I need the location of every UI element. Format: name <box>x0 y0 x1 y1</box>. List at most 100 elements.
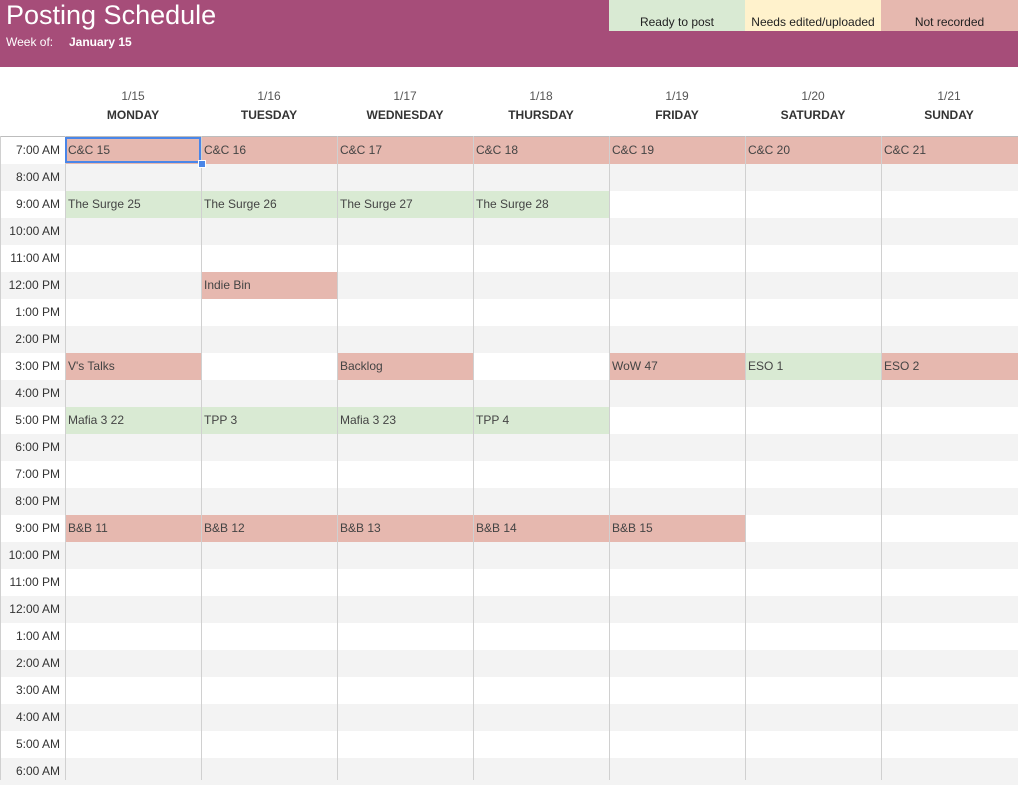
schedule-entry[interactable]: The Surge 26 <box>201 191 337 218</box>
schedule-cell[interactable] <box>337 326 473 353</box>
schedule-entry[interactable]: B&B 13 <box>337 515 473 542</box>
schedule-cell[interactable] <box>65 623 201 650</box>
schedule-cell[interactable] <box>745 380 881 407</box>
schedule-cell[interactable] <box>473 461 609 488</box>
schedule-cell[interactable] <box>201 569 337 596</box>
schedule-cell[interactable] <box>745 164 881 191</box>
schedule-cell[interactable] <box>473 596 609 623</box>
schedule-cell[interactable] <box>745 677 881 704</box>
schedule-cell[interactable] <box>609 677 745 704</box>
schedule-cell[interactable] <box>201 623 337 650</box>
schedule-cell[interactable] <box>201 758 337 785</box>
schedule-cell[interactable] <box>473 704 609 731</box>
schedule-cell[interactable] <box>473 677 609 704</box>
schedule-entry[interactable]: The Surge 27 <box>337 191 473 218</box>
schedule-cell[interactable] <box>609 407 745 434</box>
schedule-cell[interactable] <box>745 515 881 542</box>
schedule-cell[interactable] <box>337 434 473 461</box>
schedule-cell[interactable] <box>201 353 337 380</box>
schedule-cell[interactable] <box>745 650 881 677</box>
schedule-cell[interactable] <box>337 164 473 191</box>
schedule-cell[interactable] <box>201 434 337 461</box>
schedule-cell[interactable] <box>745 272 881 299</box>
schedule-cell[interactable] <box>337 677 473 704</box>
schedule-cell[interactable] <box>201 326 337 353</box>
schedule-cell[interactable] <box>473 569 609 596</box>
schedule-cell[interactable] <box>745 596 881 623</box>
schedule-cell[interactable] <box>65 380 201 407</box>
schedule-cell[interactable] <box>65 434 201 461</box>
schedule-cell[interactable] <box>201 488 337 515</box>
schedule-cell[interactable] <box>65 164 201 191</box>
schedule-cell[interactable] <box>745 569 881 596</box>
schedule-cell[interactable] <box>473 245 609 272</box>
schedule-entry[interactable]: Mafia 3 23 <box>337 407 473 434</box>
schedule-cell[interactable] <box>881 218 1018 245</box>
schedule-cell[interactable] <box>201 461 337 488</box>
schedule-cell[interactable] <box>65 326 201 353</box>
schedule-cell[interactable] <box>609 623 745 650</box>
schedule-cell[interactable] <box>745 299 881 326</box>
schedule-cell[interactable] <box>65 704 201 731</box>
schedule-cell[interactable] <box>201 731 337 758</box>
schedule-cell[interactable] <box>201 164 337 191</box>
schedule-entry[interactable]: ESO 1 <box>745 353 881 380</box>
schedule-entry[interactable]: TPP 4 <box>473 407 609 434</box>
schedule-cell[interactable] <box>745 434 881 461</box>
schedule-cell[interactable] <box>65 461 201 488</box>
schedule-cell[interactable] <box>745 731 881 758</box>
schedule-cell[interactable] <box>201 218 337 245</box>
schedule-cell[interactable] <box>337 650 473 677</box>
schedule-entry[interactable]: TPP 3 <box>201 407 337 434</box>
schedule-cell[interactable] <box>609 569 745 596</box>
schedule-cell[interactable] <box>881 542 1018 569</box>
schedule-cell[interactable] <box>609 650 745 677</box>
schedule-cell[interactable] <box>337 596 473 623</box>
schedule-entry[interactable]: The Surge 25 <box>65 191 201 218</box>
schedule-cell[interactable] <box>609 164 745 191</box>
schedule-cell[interactable] <box>473 758 609 785</box>
schedule-cell[interactable] <box>201 704 337 731</box>
schedule-cell[interactable] <box>65 218 201 245</box>
schedule-cell[interactable] <box>473 623 609 650</box>
schedule-cell[interactable] <box>337 272 473 299</box>
schedule-cell[interactable] <box>609 434 745 461</box>
schedule-cell[interactable] <box>473 272 609 299</box>
schedule-cell[interactable] <box>201 596 337 623</box>
schedule-cell[interactable] <box>337 488 473 515</box>
schedule-cell[interactable] <box>337 299 473 326</box>
schedule-cell[interactable] <box>881 245 1018 272</box>
schedule-cell[interactable] <box>201 677 337 704</box>
schedule-entry[interactable]: V's Talks <box>65 353 201 380</box>
schedule-entry[interactable]: ESO 2 <box>881 353 1018 380</box>
schedule-cell[interactable] <box>201 650 337 677</box>
schedule-entry[interactable]: WoW 47 <box>609 353 745 380</box>
schedule-cell[interactable] <box>881 758 1018 785</box>
schedule-cell[interactable] <box>745 218 881 245</box>
schedule-cell[interactable] <box>881 326 1018 353</box>
schedule-cell[interactable] <box>337 623 473 650</box>
schedule-cell[interactable] <box>337 380 473 407</box>
schedule-cell[interactable] <box>881 704 1018 731</box>
schedule-cell[interactable] <box>65 677 201 704</box>
schedule-cell[interactable] <box>337 245 473 272</box>
schedule-cell[interactable] <box>745 326 881 353</box>
schedule-cell[interactable] <box>881 164 1018 191</box>
schedule-cell[interactable] <box>745 407 881 434</box>
schedule-cell[interactable] <box>473 434 609 461</box>
schedule-cell[interactable] <box>881 191 1018 218</box>
schedule-cell[interactable] <box>745 245 881 272</box>
schedule-cell[interactable] <box>473 731 609 758</box>
schedule-entry[interactable]: C&C 16 <box>201 137 337 164</box>
schedule-entry[interactable]: B&B 11 <box>65 515 201 542</box>
schedule-cell[interactable] <box>745 542 881 569</box>
schedule-entry[interactable]: Backlog <box>337 353 473 380</box>
schedule-cell[interactable] <box>881 434 1018 461</box>
schedule-cell[interactable] <box>609 758 745 785</box>
schedule-cell[interactable] <box>609 380 745 407</box>
schedule-entry[interactable]: C&C 21 <box>881 137 1018 164</box>
schedule-entry[interactable]: C&C 18 <box>473 137 609 164</box>
schedule-cell[interactable] <box>65 758 201 785</box>
schedule-cell[interactable] <box>65 569 201 596</box>
schedule-cell[interactable] <box>337 758 473 785</box>
